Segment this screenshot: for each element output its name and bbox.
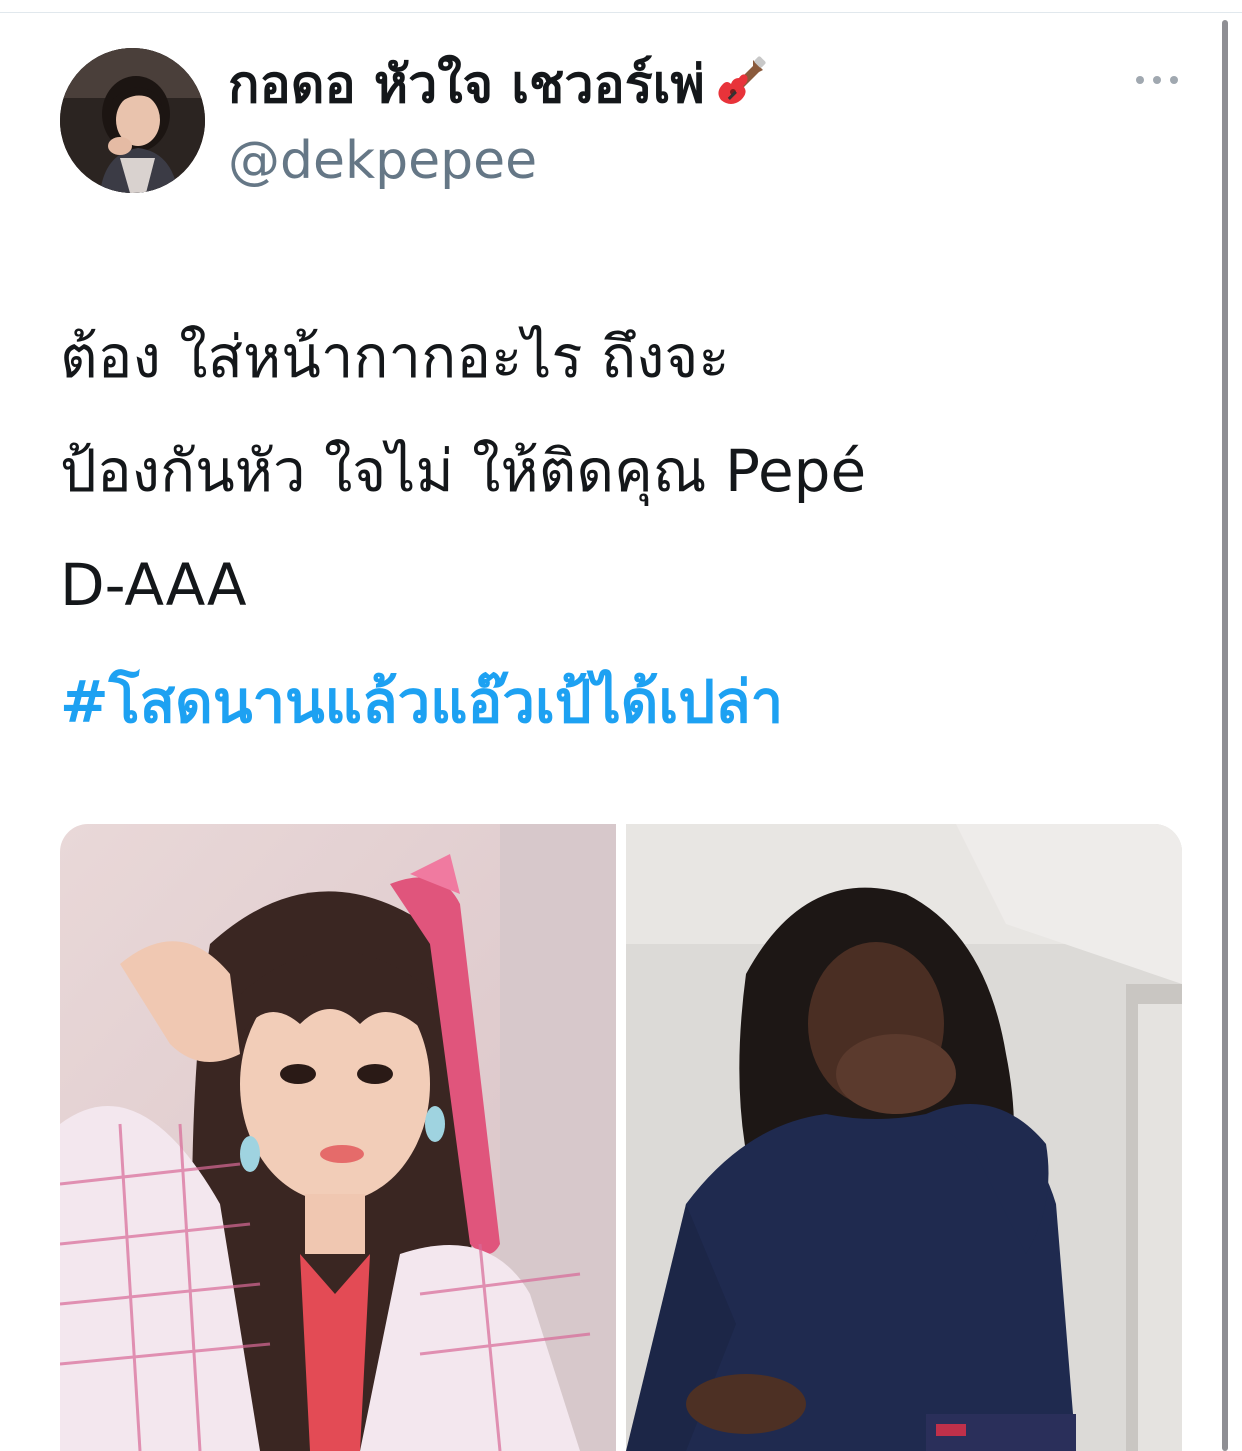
hashtag-link[interactable]: #โสดนานแล้วแอ๊วเป้ได้เปล่า: [60, 652, 783, 752]
photo-woman-covering-mouth: [626, 824, 1182, 1451]
tweet-text-line: ป้องกันหัว ใจไม่ ให้ติดคุณ Pepé: [60, 437, 867, 505]
profile-photo: [60, 48, 205, 193]
tweet-text-line: ต้อง ใส่หน้ากากอะไร ถึงจะ: [60, 323, 730, 391]
scrollbar[interactable]: [1222, 20, 1228, 1451]
top-divider: [0, 12, 1242, 13]
guitar-emoji-icon: [713, 54, 769, 110]
more-options-button[interactable]: [1132, 60, 1182, 100]
tweet-text-line: D-AAA: [60, 551, 247, 619]
display-name-text: กอดอ หัวใจ เชวอร์เพ่: [228, 55, 705, 115]
avatar[interactable]: [60, 48, 205, 193]
ellipsis-icon: [1136, 76, 1178, 84]
media-photo-2[interactable]: [626, 824, 1182, 1451]
author-display-name[interactable]: กอดอ หัวใจ เชวอร์เพ่: [228, 54, 769, 116]
media-photo-1[interactable]: [60, 824, 616, 1451]
tweet-text: ต้อง ใส่หน้ากากอะไร ถึงจะ ป้องกันหัว ใจไ…: [60, 300, 1190, 642]
tweet-header: กอดอ หัวใจ เชวอร์เพ่ @dekpepee: [60, 48, 1180, 198]
author-handle[interactable]: @dekpepee: [228, 130, 537, 192]
tweet-media: [60, 824, 1182, 1451]
photo-woman-pink-ribbon: [60, 824, 616, 1451]
